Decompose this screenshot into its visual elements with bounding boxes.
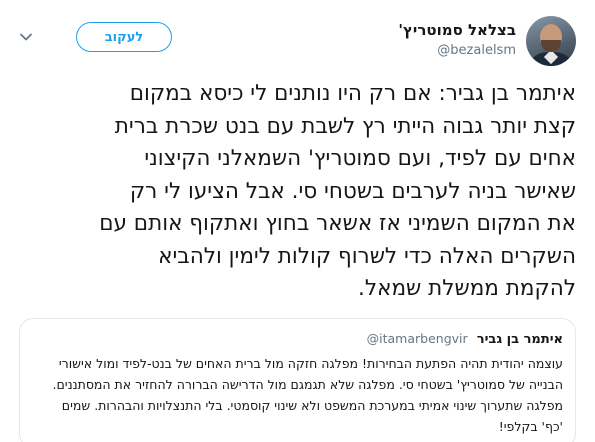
quoted-author-name: איתמר בן גביר	[476, 332, 563, 347]
quoted-tweet-header: איתמר בן גביר @itamarbengvir	[32, 329, 563, 347]
author-info: בצלאל סמוטריץ' @bezalelsm	[398, 20, 516, 60]
author-handle[interactable]: @bezalelsm	[398, 42, 516, 60]
author-display-name[interactable]: בצלאל סמוטריץ'	[398, 20, 516, 40]
author-avatar[interactable]	[526, 16, 576, 66]
follow-button[interactable]: לעקוב	[76, 22, 172, 52]
chevron-down-icon[interactable]	[19, 30, 33, 44]
quoted-author-handle: @itamarbengvir	[366, 331, 468, 346]
tweet-header: בצלאל סמוטריץ' @bezalelsm לעקוב	[19, 16, 576, 70]
avatar-beard	[541, 40, 561, 52]
quoted-tweet-text: עוצמה יהודית תהיה הפתעת הבחירות! מפלגה ח…	[52, 356, 563, 434]
tweet-card: בצלאל סמוטריץ' @bezalelsm לעקוב איתמר בן…	[0, 0, 595, 442]
tweet-text: איתמר בן גביר: אם רק היו נותנים לי כיסא …	[99, 81, 576, 301]
quoted-tweet[interactable]: איתמר בן גביר @itamarbengvir עוצמה יהודי…	[19, 318, 576, 442]
